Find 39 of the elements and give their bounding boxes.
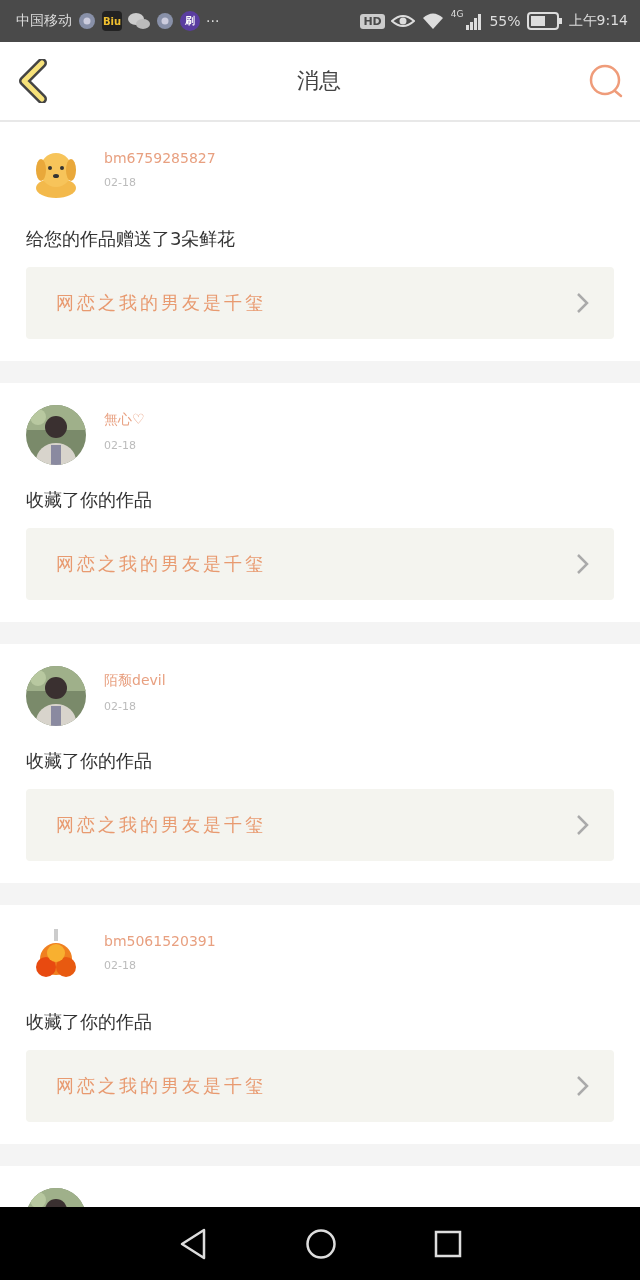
message-text: 收藏了你的作品 [26,1010,153,1034]
chevron-icon [576,814,590,836]
carrier-name: 中国移动 [16,12,72,30]
work-link[interactable]: 网恋之我的男友是千玺 [26,789,614,861]
app-icon: Biu [102,11,122,31]
app-icon: 刷 [180,11,200,31]
work-link[interactable]: 网恋之我的男友是千玺 [26,267,614,339]
message-text: 收藏了你的作品 [26,488,153,512]
message-text: 给您的作品赠送了3朵鲜花 [26,227,237,251]
eye-icon [390,13,415,29]
chevron-icon [576,553,590,575]
user-name[interactable]: 無心♡ [104,411,145,429]
more-notifications: ··· [206,13,220,29]
user-name[interactable]: bm6759285827 [104,150,216,166]
chevron-icon [576,1075,590,1097]
message-date: 02-18 [104,439,137,452]
battery-icon [526,12,563,30]
chevron-icon [576,292,590,314]
gear-icon [156,12,174,30]
hd-badge: HD [360,13,385,29]
work-link[interactable]: 网恋之我的男友是千玺 [26,528,614,600]
network-type: 4G [450,9,464,19]
message-text: 收藏了你的作品 [26,749,153,773]
recents-nav-icon[interactable] [433,1229,462,1258]
user-name[interactable]: 陌颓devil [104,672,166,690]
signal-icon [465,12,484,30]
clock: 上午9:14 [568,12,628,30]
home-nav-icon[interactable] [305,1227,337,1260]
chat-icon [128,12,150,30]
user-name[interactable]: bm5061520391 [104,933,216,949]
battery-percent: 55% [489,13,521,29]
message-date: 02-18 [104,959,137,972]
gear-icon [78,12,96,30]
wifi-icon [420,12,445,30]
message-date: 02-18 [104,176,137,189]
back-icon[interactable] [16,59,50,103]
message-date: 02-18 [104,700,137,713]
page-title: 消息 [297,67,341,95]
work-link[interactable]: 网恋之我的男友是千玺 [26,1050,614,1122]
